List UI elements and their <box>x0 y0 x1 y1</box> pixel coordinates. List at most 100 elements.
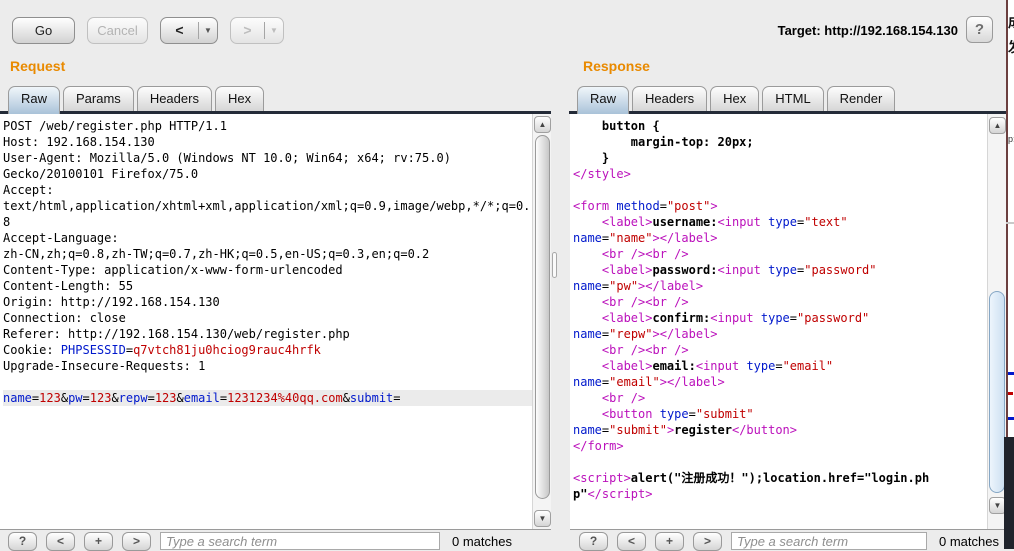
search-help-button[interactable]: ? <box>579 532 608 551</box>
code-line: Origin: http://192.168.154.130 <box>3 295 220 309</box>
tab-params[interactable]: Params <box>63 86 134 111</box>
back-dropdown-arrow[interactable]: ▼ <box>199 18 217 43</box>
forward-arrow-label: > <box>243 22 252 38</box>
code-line: <br /><br /> <box>601 343 689 357</box>
request-search-bar: ? < + > 0 matches <box>0 530 551 551</box>
request-editor[interactable]: POST /web/register.php HTTP/1.1 Host: 192… <box>0 114 551 530</box>
request-panel-title: Request <box>10 58 66 74</box>
background-window-divider <box>1006 222 1014 224</box>
search-prev-button[interactable]: < <box>46 532 75 551</box>
code-line: name="submit">register</button> <box>573 423 797 437</box>
cancel-button-label: Cancel <box>97 23 138 38</box>
search-plus-button[interactable]: + <box>655 532 684 551</box>
response-code: button { margin-top: 20px; } </style> <fo… <box>573 118 987 502</box>
request-scroll-down-icon[interactable]: ▼ <box>534 510 551 527</box>
response-scroll-up-icon[interactable]: ▲ <box>989 117 1006 134</box>
panel-splitter-grip[interactable] <box>552 252 557 278</box>
background-window-mark <box>1008 372 1014 375</box>
code-line: POST /web/register.php HTTP/1.1 <box>3 119 227 133</box>
code-line: Content-Length: 55 <box>3 279 134 293</box>
search-prev-button[interactable]: < <box>617 532 646 551</box>
code-line: User-Agent: Mozilla/5.0 (Windows NT 10.0… <box>3 151 451 165</box>
tab-hex[interactable]: Hex <box>214 86 265 111</box>
tab-raw[interactable]: Raw <box>577 86 630 114</box>
background-window-small-text: p: <box>1008 134 1014 144</box>
code-line: </style> <box>573 167 631 181</box>
request-tabline <box>0 111 551 114</box>
search-plus-button[interactable]: + <box>84 532 113 551</box>
forward-button[interactable]: > ▼ <box>230 17 284 44</box>
cancel-button[interactable]: Cancel <box>87 17 148 44</box>
tab-hex[interactable]: Hex <box>710 86 760 111</box>
code-line: <br /><br /> <box>601 295 689 309</box>
code-line: Content-Type: application/x-www-form-url… <box>3 263 343 277</box>
code-line: Upgrade-Insecure-Requests: 1 <box>3 359 206 373</box>
request-scroll-thumb[interactable] <box>535 135 550 499</box>
code-line: <script>alert("注册成功！");location.href="lo… <box>573 471 930 485</box>
tab-render[interactable]: Render <box>826 86 896 111</box>
background-window-mark <box>1008 392 1013 395</box>
code-line: Host: 192.168.154.130 <box>3 135 155 149</box>
code-line: Referer: http://192.168.154.130/web/regi… <box>3 327 350 341</box>
code-line: name="email"></label> <box>573 375 725 389</box>
request-search-matches: 0 matches <box>452 534 512 549</box>
target-url-label: Target: http://192.168.154.130 <box>777 23 958 38</box>
search-next-button[interactable]: > <box>693 532 722 551</box>
tab-raw[interactable]: Raw <box>8 86 61 114</box>
code-line: name="repw"></label> <box>573 327 718 341</box>
code-line: } <box>573 151 610 165</box>
go-button[interactable]: Go <box>12 17 75 44</box>
code-line: name=123&pw=123&repw=123&email=1231234%4… <box>3 390 551 406</box>
code-line: Connection: close <box>3 311 126 325</box>
request-scroll-up-icon[interactable]: ▲ <box>534 116 551 133</box>
code-line: zh-CN,zh;q=0.8,zh-TW;q=0.7,zh-HK;q=0.5,e… <box>3 247 430 261</box>
code-line: <label>email:<input type="email" <box>601 359 834 373</box>
response-search-input[interactable] <box>731 532 927 550</box>
code-line: Cookie: PHPSESSID=q7vtch81ju0hciog9rauc4… <box>3 343 321 357</box>
response-search-matches: 0 matches <box>939 534 999 549</box>
help-button[interactable]: ? <box>966 16 993 43</box>
code-line: Accept-Language: <box>3 231 119 245</box>
response-tabline <box>569 111 1006 114</box>
code-line: <br /> <box>601 391 646 405</box>
back-button[interactable]: < ▼ <box>160 17 218 44</box>
request-scrollbar[interactable]: ▲ ▼ <box>532 114 551 529</box>
response-search-bar: ? < + > 0 matches <box>571 530 1006 551</box>
code-line: 8 <box>3 215 11 229</box>
code-line: <form method="post"> <box>573 199 718 213</box>
search-next-button[interactable]: > <box>122 532 151 551</box>
code-line: Gecko/20100101 Firefox/75.0 <box>3 167 199 181</box>
tab-headers[interactable]: Headers <box>632 86 708 111</box>
code-line: <label>confirm:<input type="password" <box>601 311 870 325</box>
code-line: <button type="submit" <box>601 407 754 421</box>
code-line: <label>username:<input type="text" <box>601 215 848 229</box>
background-window-dark-area <box>1004 437 1014 549</box>
response-viewer[interactable]: button { margin-top: 20px; } </style> <fo… <box>570 114 1006 530</box>
code-line: Accept: <box>3 183 54 197</box>
background-window-mark <box>1008 417 1014 420</box>
code-line: text/html,application/xhtml+xml,applicat… <box>3 199 531 213</box>
background-window-char-top: 成 <box>1008 12 1014 32</box>
request-tabs: Raw Params Headers Hex <box>8 85 267 114</box>
code-line: margin-top: 20px; <box>573 135 754 149</box>
response-tabs: Raw Headers Hex HTML Render <box>577 85 898 114</box>
background-window-char-bottom: 发 <box>1008 37 1014 57</box>
code-line: p"</script> <box>573 487 653 501</box>
code-line: name="name"></label> <box>573 231 718 245</box>
forward-dropdown-arrow[interactable]: ▼ <box>265 18 283 43</box>
code-line: button { <box>573 119 660 133</box>
response-scroll-thumb[interactable] <box>989 291 1005 493</box>
code-line: <label>password:<input type="password" <box>601 263 877 277</box>
search-help-button[interactable]: ? <box>8 532 37 551</box>
tab-html[interactable]: HTML <box>762 86 824 111</box>
request-code: POST /web/register.php HTTP/1.1 Host: 192… <box>3 118 551 406</box>
code-line: name="pw"></label> <box>573 279 704 293</box>
code-line: </form> <box>573 439 624 453</box>
back-arrow-label: < <box>175 22 184 38</box>
response-panel-title: Response <box>583 58 650 74</box>
request-search-input[interactable] <box>160 532 440 550</box>
go-button-label: Go <box>34 23 53 38</box>
tab-headers[interactable]: Headers <box>136 86 212 111</box>
